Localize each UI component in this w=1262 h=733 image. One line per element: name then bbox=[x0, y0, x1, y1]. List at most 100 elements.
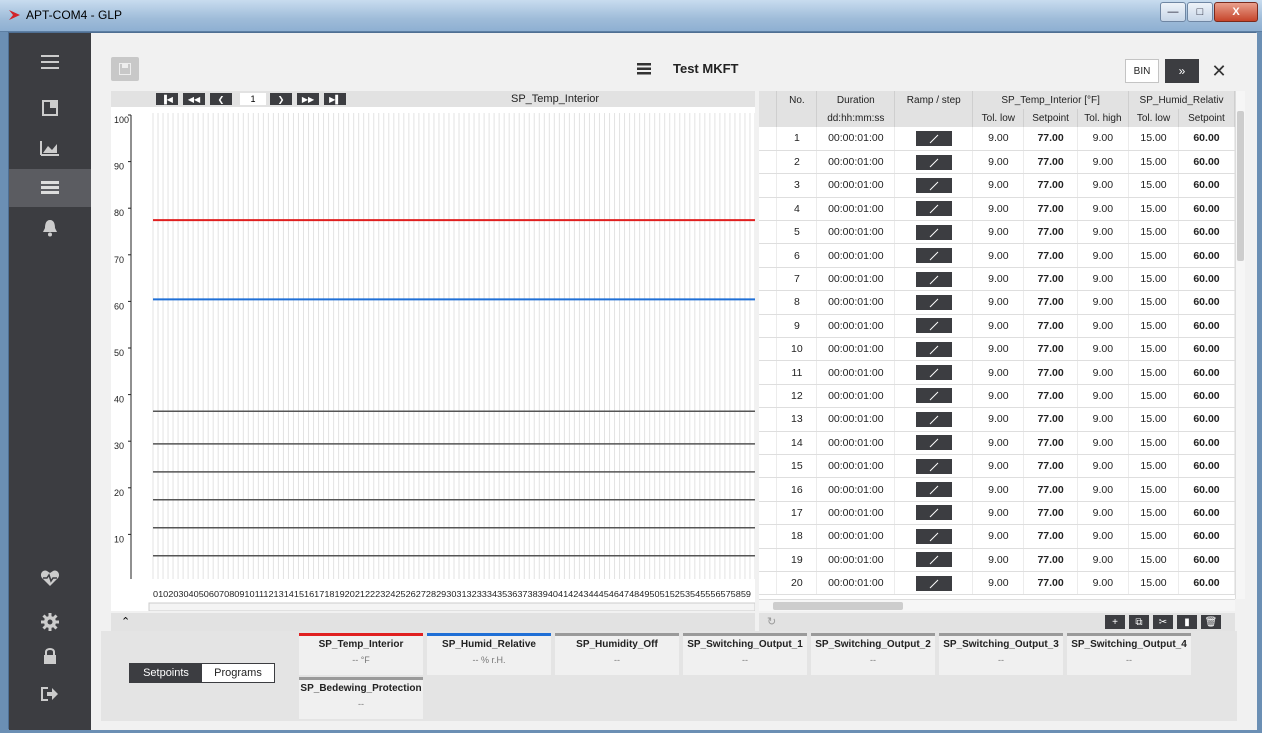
cell-no[interactable]: 7 bbox=[776, 267, 818, 292]
cell-temp-tol-low[interactable]: 9.00 bbox=[972, 407, 1025, 432]
cell-humid-tol-low[interactable]: 15.00 bbox=[1128, 290, 1179, 315]
save-button[interactable] bbox=[111, 57, 139, 81]
setpoint-card-sp-switching-output-1[interactable]: SP_Switching_Output_1 -- bbox=[683, 633, 807, 675]
cell-temp-tol-high[interactable]: 9.00 bbox=[1077, 173, 1130, 198]
setpoint-card-sp-switching-output-4[interactable]: SP_Switching_Output_4 -- bbox=[1067, 633, 1191, 675]
cell-ramp[interactable] bbox=[894, 384, 974, 409]
ramp-icon[interactable] bbox=[915, 271, 952, 287]
cell-humid-tol-low[interactable]: 15.00 bbox=[1128, 524, 1179, 549]
cell-duration[interactable]: 00:00:01:00 bbox=[816, 314, 896, 339]
chart-area-icon[interactable] bbox=[9, 129, 91, 167]
cell-humid-tol-low[interactable]: 15.00 bbox=[1128, 127, 1179, 151]
copy-row-button[interactable]: ⧉ bbox=[1129, 615, 1149, 629]
menu-icon[interactable] bbox=[9, 43, 91, 81]
table-row[interactable]: 3 00:00:01:00 9.00 77.00 9.00 15.00 60.00 bbox=[759, 173, 1235, 198]
cell-ramp[interactable] bbox=[894, 290, 974, 315]
cell-no[interactable]: 18 bbox=[776, 524, 818, 549]
cell-temp-tol-high[interactable]: 9.00 bbox=[1077, 477, 1130, 502]
ramp-icon[interactable] bbox=[915, 552, 952, 568]
cell-ramp[interactable] bbox=[894, 501, 974, 526]
table-row[interactable]: 1 00:00:01:00 9.00 77.00 9.00 15.00 60.00 bbox=[759, 127, 1235, 151]
cell-humid-setpoint[interactable]: 60.00 bbox=[1178, 173, 1235, 198]
cell-temp-setpoint[interactable]: 77.00 bbox=[1023, 407, 1078, 432]
tab-setpoints[interactable]: Setpoints bbox=[130, 664, 202, 682]
cell-ramp[interactable] bbox=[894, 548, 974, 572]
cell-temp-tol-low[interactable]: 9.00 bbox=[972, 243, 1025, 268]
cell-duration[interactable]: 00:00:01:00 bbox=[816, 337, 896, 362]
cell-ramp[interactable] bbox=[894, 150, 974, 175]
bin-button[interactable]: BIN bbox=[1125, 59, 1159, 83]
cell-temp-tol-high[interactable]: 9.00 bbox=[1077, 407, 1130, 432]
cell-no[interactable]: 3 bbox=[776, 173, 818, 198]
cell-humid-tol-low[interactable]: 15.00 bbox=[1128, 477, 1179, 502]
cell-temp-tol-high[interactable]: 9.00 bbox=[1077, 314, 1130, 339]
ramp-icon[interactable] bbox=[915, 177, 952, 193]
ramp-icon[interactable] bbox=[915, 435, 952, 451]
ramp-icon[interactable] bbox=[915, 411, 952, 427]
cell-humid-setpoint[interactable]: 60.00 bbox=[1178, 431, 1235, 455]
minimize-button[interactable]: — bbox=[1160, 2, 1186, 22]
first-page-button[interactable]: ▐◀ bbox=[156, 93, 178, 105]
cell-humid-setpoint[interactable]: 60.00 bbox=[1178, 454, 1235, 479]
table-horizontal-scrollbar[interactable] bbox=[759, 599, 1235, 611]
cell-duration[interactable]: 00:00:01:00 bbox=[816, 197, 896, 222]
cell-no[interactable]: 10 bbox=[776, 337, 818, 362]
next-page-button[interactable]: ❯ bbox=[270, 93, 292, 105]
cell-duration[interactable]: 00:00:01:00 bbox=[816, 407, 896, 432]
cell-humid-setpoint[interactable]: 60.00 bbox=[1178, 407, 1235, 432]
logout-icon[interactable] bbox=[9, 675, 91, 713]
cell-humid-setpoint[interactable]: 60.00 bbox=[1178, 314, 1235, 339]
cell-ramp[interactable] bbox=[894, 454, 974, 479]
ramp-icon[interactable] bbox=[915, 505, 952, 521]
window-close-button[interactable]: X bbox=[1214, 2, 1258, 22]
cell-duration[interactable]: 00:00:01:00 bbox=[816, 477, 896, 502]
cell-temp-tol-high[interactable]: 9.00 bbox=[1077, 548, 1130, 572]
cell-temp-setpoint[interactable]: 77.00 bbox=[1023, 501, 1078, 526]
chart-collapse-button[interactable]: ⌃ bbox=[111, 613, 755, 631]
cell-temp-tol-low[interactable]: 9.00 bbox=[972, 571, 1025, 596]
cell-temp-tol-low[interactable]: 9.00 bbox=[972, 384, 1025, 409]
ramp-icon[interactable] bbox=[915, 224, 952, 240]
cell-duration[interactable]: 00:00:01:00 bbox=[816, 220, 896, 245]
cell-ramp[interactable] bbox=[894, 243, 974, 268]
table-row[interactable]: 10 00:00:01:00 9.00 77.00 9.00 15.00 60.00 bbox=[759, 337, 1235, 362]
cell-humid-tol-low[interactable]: 15.00 bbox=[1128, 197, 1179, 222]
cell-duration[interactable]: 00:00:01:00 bbox=[816, 501, 896, 526]
programs-icon[interactable] bbox=[9, 169, 91, 207]
cell-temp-tol-high[interactable]: 9.00 bbox=[1077, 127, 1130, 151]
cell-no[interactable]: 15 bbox=[776, 454, 818, 479]
lock-icon[interactable] bbox=[9, 637, 91, 675]
cell-ramp[interactable] bbox=[894, 571, 974, 596]
cell-temp-setpoint[interactable]: 77.00 bbox=[1023, 431, 1078, 455]
cell-temp-setpoint[interactable]: 77.00 bbox=[1023, 571, 1078, 596]
cell-temp-tol-low[interactable]: 9.00 bbox=[972, 501, 1025, 526]
setpoint-card-sp-humidity-off[interactable]: SP_Humidity_Off -- bbox=[555, 633, 679, 675]
cell-temp-setpoint[interactable]: 77.00 bbox=[1023, 384, 1078, 409]
cell-humid-setpoint[interactable]: 60.00 bbox=[1178, 150, 1235, 175]
cell-temp-tol-low[interactable]: 9.00 bbox=[972, 431, 1025, 455]
cell-ramp[interactable] bbox=[894, 360, 974, 385]
cell-duration[interactable]: 00:00:01:00 bbox=[816, 384, 896, 409]
cell-temp-tol-low[interactable]: 9.00 bbox=[972, 454, 1025, 479]
cell-duration[interactable]: 00:00:01:00 bbox=[816, 454, 896, 479]
table-row[interactable]: 4 00:00:01:00 9.00 77.00 9.00 15.00 60.00 bbox=[759, 197, 1235, 222]
cell-humid-tol-low[interactable]: 15.00 bbox=[1128, 501, 1179, 526]
cell-no[interactable]: 8 bbox=[776, 290, 818, 315]
cell-temp-tol-low[interactable]: 9.00 bbox=[972, 127, 1025, 151]
cell-duration[interactable]: 00:00:01:00 bbox=[816, 267, 896, 292]
cell-humid-setpoint[interactable]: 60.00 bbox=[1178, 384, 1235, 409]
chart-hscroll[interactable] bbox=[148, 602, 755, 611]
cell-temp-tol-low[interactable]: 9.00 bbox=[972, 220, 1025, 245]
cell-no[interactable]: 19 bbox=[776, 548, 818, 572]
table-row[interactable]: 18 00:00:01:00 9.00 77.00 9.00 15.00 60.00 bbox=[759, 524, 1235, 549]
cell-no[interactable]: 17 bbox=[776, 501, 818, 526]
cell-no[interactable]: 9 bbox=[776, 314, 818, 339]
cell-humid-tol-low[interactable]: 15.00 bbox=[1128, 454, 1179, 479]
cell-temp-setpoint[interactable]: 77.00 bbox=[1023, 477, 1078, 502]
col-no[interactable]: No. bbox=[776, 91, 818, 109]
ramp-icon[interactable] bbox=[915, 575, 952, 591]
cell-temp-tol-low[interactable]: 9.00 bbox=[972, 524, 1025, 549]
last-page-button[interactable]: ▶▌ bbox=[324, 93, 346, 105]
cell-humid-setpoint[interactable]: 60.00 bbox=[1178, 360, 1235, 385]
scroll-thumb[interactable] bbox=[773, 602, 903, 610]
